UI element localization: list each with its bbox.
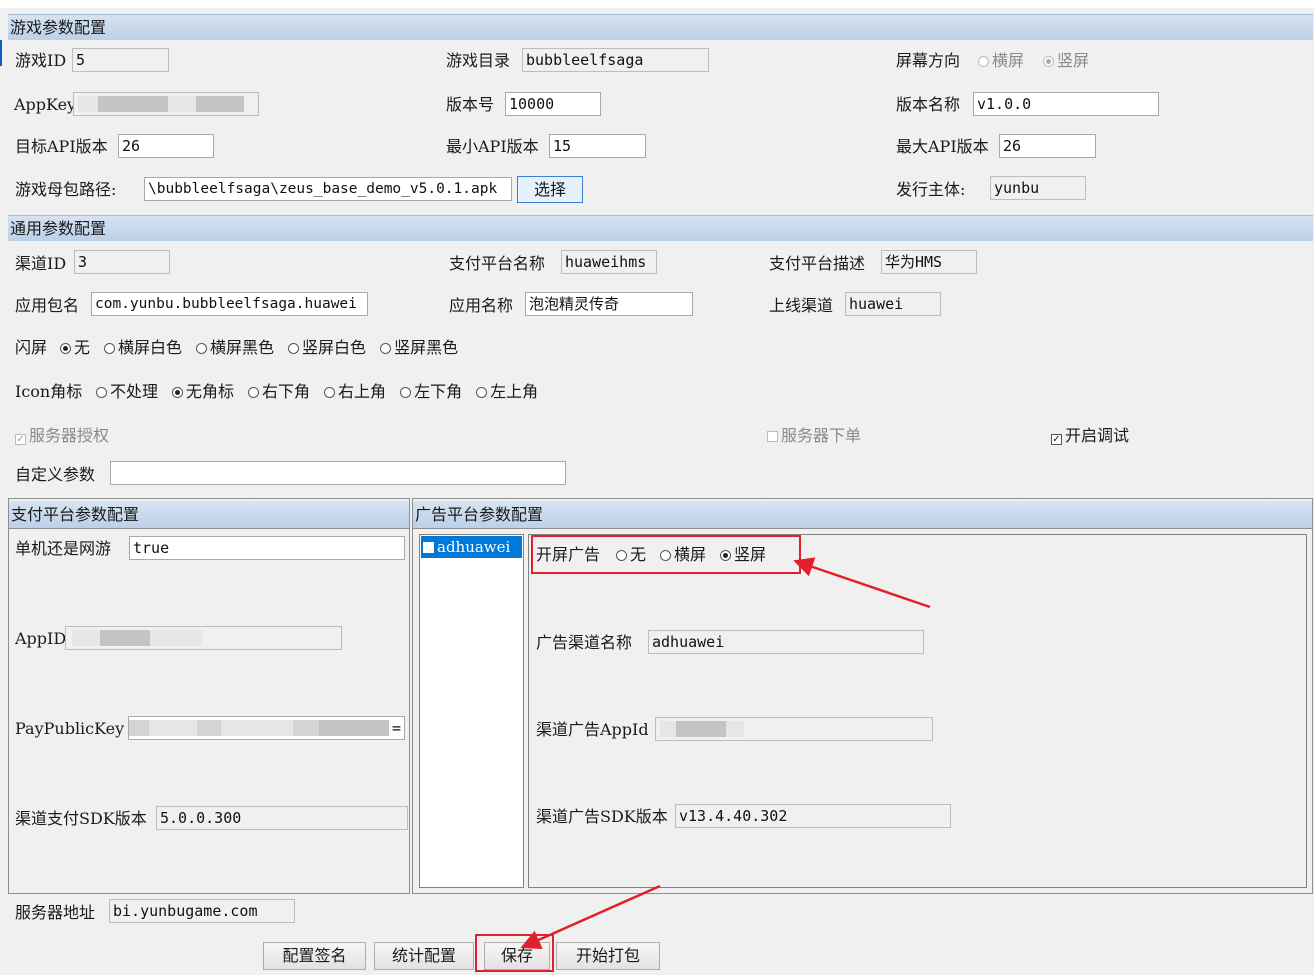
arrow-to-splash-ad	[793, 557, 931, 609]
annotation-arrows	[520, 557, 931, 950]
arrow-to-save-button	[520, 884, 661, 950]
